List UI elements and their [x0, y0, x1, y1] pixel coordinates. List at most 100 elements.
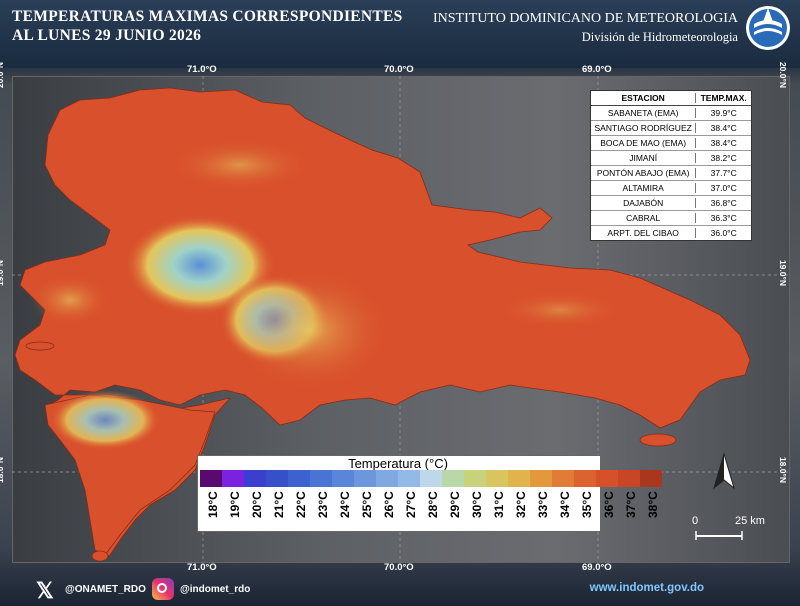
website-link[interactable]: www.indomet.gov.do: [590, 582, 704, 594]
lon-label-69w-bottom: 69.0°O: [582, 562, 612, 573]
legend-swatch: [530, 470, 552, 487]
legend-tick: 29°C: [442, 488, 464, 530]
legend-swatch: [464, 470, 486, 487]
legend-tick: 34°C: [552, 488, 574, 530]
lon-label-70w-bottom: 70.0°O: [384, 562, 414, 573]
station-temp: 36.3°C: [695, 213, 751, 223]
legend-tick: 25°C: [354, 488, 376, 530]
legend-tick: 22°C: [288, 488, 310, 530]
legend-tick: 19°C: [222, 488, 244, 530]
legend-ticks: 18°C 19°C 20°C 21°C 22°C 23°C 24°C 25°C 26°C 27°C…: [200, 488, 662, 530]
scale-bar: [695, 531, 743, 540]
legend-tick: 27°C: [398, 488, 420, 530]
legend-tick-label: 29°C: [448, 491, 462, 518]
legend-tick: 23°C: [310, 488, 332, 530]
legend-tick-label: 30°C: [470, 491, 484, 518]
lat-label-18n: 18.0°N: [0, 456, 6, 484]
legend-tick-label: 32°C: [514, 491, 528, 518]
table-row: PONTÓN ABAJO (EMA) 37.7°C: [591, 166, 751, 181]
legend-tick: 35°C: [574, 488, 596, 530]
legend-tick-label: 26°C: [382, 491, 396, 518]
legend-swatch: [376, 470, 398, 487]
station-name: SABANETA (EMA): [607, 108, 679, 118]
station-name: CABRAL: [626, 213, 661, 223]
legend-tick-label: 38°C: [646, 491, 660, 518]
legend-tick-label: 36°C: [602, 491, 616, 518]
north-arrow-icon: [713, 452, 735, 490]
station-name: BOCA DE MAO (EMA): [600, 138, 687, 148]
legend-tick-label: 37°C: [624, 491, 638, 518]
table-row: SANTIAGO RODRÍGUEZ 38.4°C: [591, 121, 751, 136]
legend-swatch: [486, 470, 508, 487]
lat-label-19n: 19.0°N: [0, 259, 6, 287]
lat-label-19n-right: 19.0°N: [778, 259, 789, 287]
lat-label-20n-right: 20.0°N: [778, 61, 789, 89]
western-highland: [30, 275, 110, 325]
legend-tick: 32°C: [508, 488, 530, 530]
station-name: ALTAMIRA: [622, 183, 664, 193]
legend-tick: 30°C: [464, 488, 486, 530]
legend-tick: 18°C: [200, 488, 222, 530]
legend-swatch: [398, 470, 420, 487]
eastern-highland: [500, 292, 620, 328]
legend-tick-label: 23°C: [316, 491, 330, 518]
legend-tick-label: 20°C: [250, 491, 264, 518]
station-name: DAJABÓN: [623, 198, 664, 208]
legend-tick-label: 27°C: [404, 491, 418, 518]
legend-tick: 31°C: [486, 488, 508, 530]
x-twitter-icon[interactable]: 𝕏: [36, 578, 54, 604]
station-temp: 38.2°C: [695, 153, 751, 163]
table-row: CABRAL 36.3°C: [591, 211, 751, 226]
x-handle[interactable]: @ONAMET_RDO: [65, 584, 146, 595]
legend-tick-label: 28°C: [426, 491, 440, 518]
saona-island: [639, 433, 677, 447]
legend-tick-label: 34°C: [558, 491, 572, 518]
central-plateau: [230, 270, 390, 390]
legend-swatch: [420, 470, 442, 487]
legend-swatch: [222, 470, 244, 487]
scale-label-zero: 0: [692, 515, 699, 527]
legend-tick: 28°C: [420, 488, 442, 530]
lon-label-71w-bottom: 71.0°O: [187, 562, 217, 573]
legend-tick: 20°C: [244, 488, 266, 530]
legend-swatch: [574, 470, 596, 487]
legend-swatch: [244, 470, 266, 487]
table-row: DAJABÓN 36.8°C: [591, 196, 751, 211]
legend-swatch: [508, 470, 530, 487]
legend-tick: 37°C: [618, 488, 640, 530]
legend-swatch: [618, 470, 640, 487]
station-name: JIMANÍ: [629, 153, 658, 163]
legend-swatch: [442, 470, 464, 487]
table-row: BOCA DE MAO (EMA) 38.4°C: [591, 136, 751, 151]
legend-tick-label: 35°C: [580, 491, 594, 518]
legend-tick-label: 18°C: [206, 491, 220, 518]
legend-tick: 21°C: [266, 488, 288, 530]
legend-swatch: [266, 470, 288, 487]
station-temp: 38.4°C: [695, 138, 751, 148]
legend-tick-label: 25°C: [360, 491, 374, 518]
legend-swatches: [200, 470, 662, 487]
legend-tick: 36°C: [596, 488, 618, 530]
legend-tick-label: 33°C: [536, 491, 550, 518]
gonave-island: [25, 341, 55, 351]
scale-label-distance: 25 km: [735, 515, 765, 527]
legend-swatch: [354, 470, 376, 487]
lon-label-69w: 69.0°O: [582, 64, 612, 75]
station-name: ARPT. DEL CIBAO: [607, 228, 679, 238]
instagram-icon[interactable]: [152, 578, 174, 600]
station-temp: 36.8°C: [695, 198, 751, 208]
table-header: ESTACION TEMP.MAX.: [591, 91, 751, 106]
legend-tick: 38°C: [640, 488, 662, 530]
legend-swatch: [200, 470, 222, 487]
table-row: JIMANÍ 38.2°C: [591, 151, 751, 166]
instagram-handle[interactable]: @indomet_rdo: [180, 584, 250, 595]
station-temp: 36.0°C: [695, 228, 751, 238]
station-temp: 38.4°C: [695, 123, 751, 133]
legend-swatch: [288, 470, 310, 487]
header-station: ESTACION: [621, 93, 665, 103]
station-temp: 37.7°C: [695, 168, 751, 178]
table-row: SABANETA (EMA) 39.9°C: [591, 106, 751, 121]
legend-tick-label: 24°C: [338, 491, 352, 518]
legend-tick: 24°C: [332, 488, 354, 530]
lat-label-20n: 20.0°N: [0, 61, 6, 89]
